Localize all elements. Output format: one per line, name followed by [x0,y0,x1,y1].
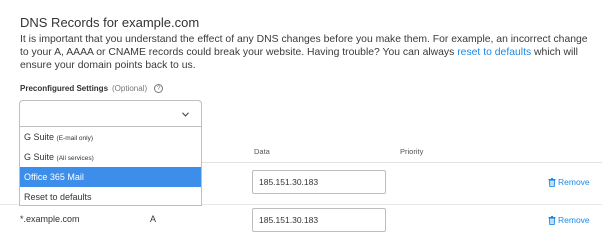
option-gsuite-all-services[interactable]: G Suite (All services) [20,147,201,167]
row-1-remove-button[interactable]: Remove [548,177,590,187]
row-2-data-input[interactable]: 185.151.30.183 [252,208,386,232]
table-divider [202,162,602,163]
dns-records-page: DNS Records for example.com It is import… [0,0,602,240]
reset-to-defaults-link[interactable]: reset to defaults [457,47,531,58]
column-header-data: Data [254,147,270,156]
preconfigured-label-text: Preconfigured Settings [20,84,109,93]
preconfigured-settings-select[interactable] [19,100,202,128]
option-label: Office 365 Mail [24,172,84,182]
row-2-remove-button[interactable]: Remove [548,215,590,225]
help-icon[interactable]: ? [154,84,164,93]
option-sublabel: (E-mail only) [56,135,94,142]
chevron-down-icon [182,110,189,119]
row-1-data-input[interactable]: 185.151.30.183 [252,170,386,194]
option-gsuite-email-only[interactable]: G Suite (E-mail only) [20,127,201,147]
option-reset-to-defaults[interactable]: Reset to defaults [20,187,201,207]
page-title: DNS Records for example.com [20,15,200,30]
trash-icon [548,177,556,187]
dns-description: It is important that you understand the … [20,33,592,72]
option-label: G Suite [24,152,55,162]
remove-label: Remove [558,177,590,187]
row-2-host: *.example.com [20,214,80,224]
option-office-365-mail[interactable]: Office 365 Mail [20,167,201,187]
preconfigured-settings-label: Preconfigured Settings (Optional) ? [20,84,164,93]
column-header-priority: Priority [400,147,424,156]
preconfigured-settings-dropdown: G Suite (E-mail only) G Suite (All servi… [19,126,202,206]
option-sublabel: (All services) [56,155,94,162]
option-label: Reset to defaults [24,192,92,202]
remove-label: Remove [558,215,590,225]
trash-icon [548,215,556,225]
optional-label: (Optional) [112,84,148,93]
row-2-type: A [150,214,157,224]
option-label: G Suite [24,132,55,142]
